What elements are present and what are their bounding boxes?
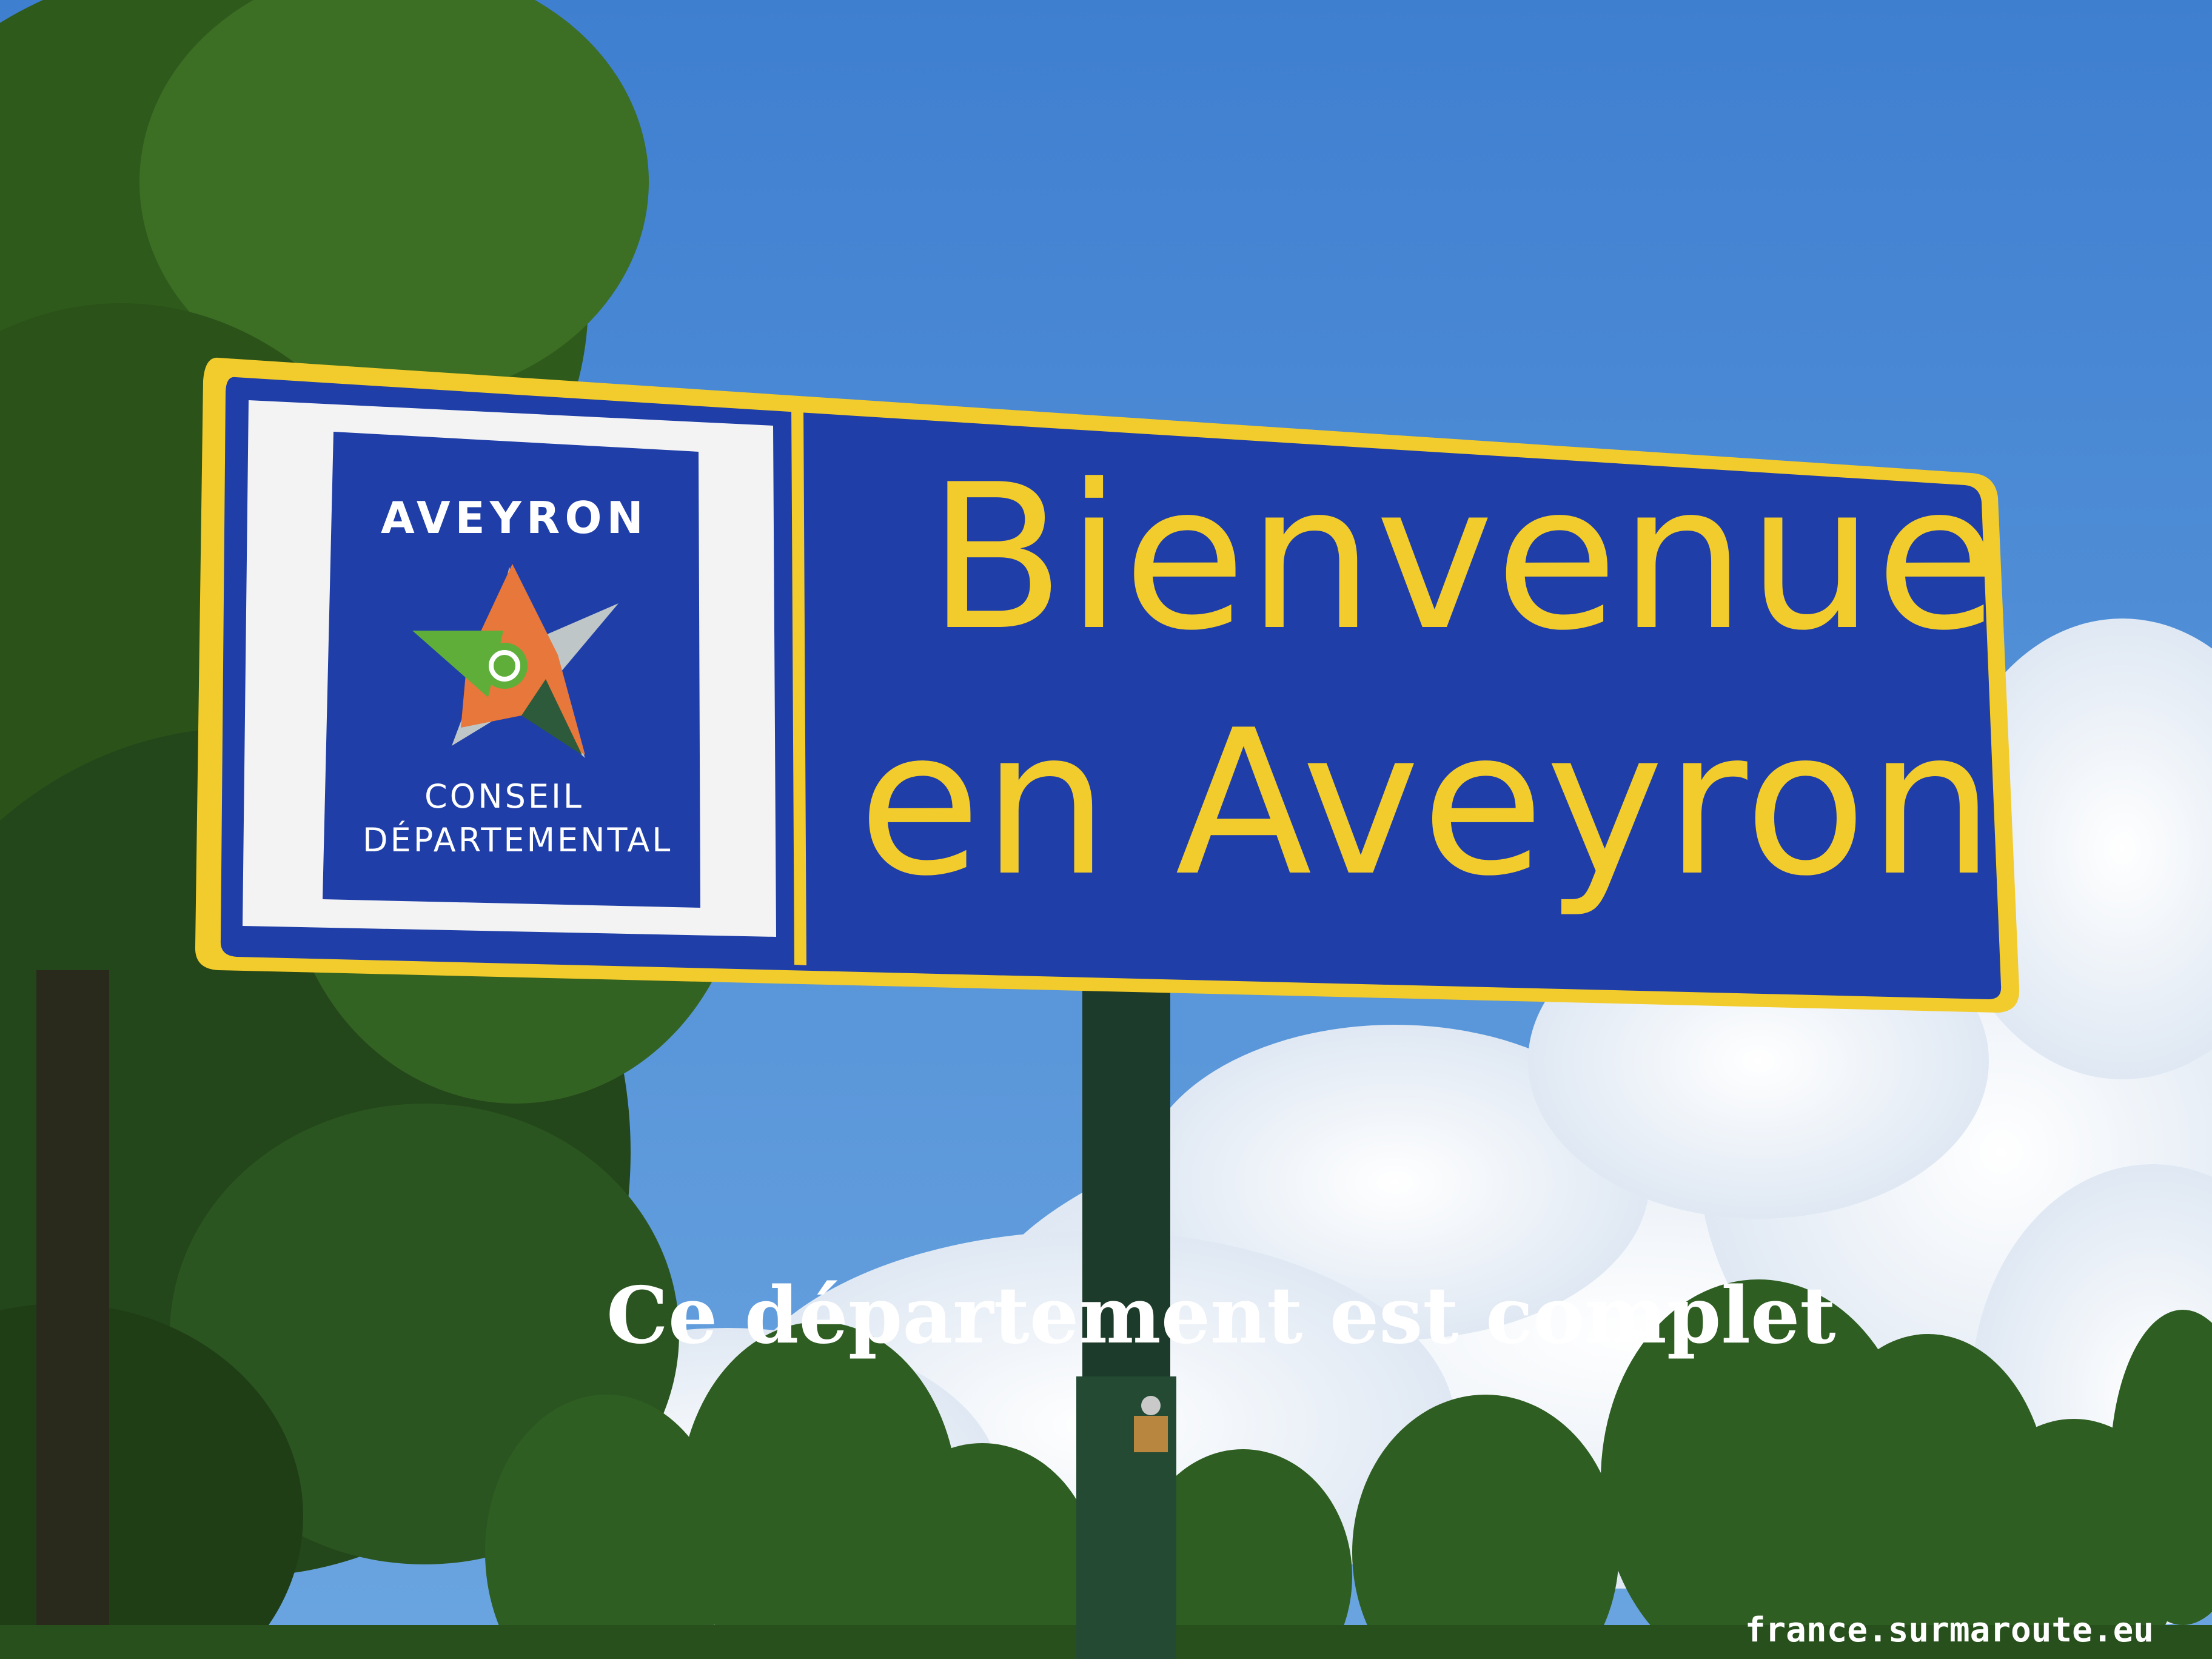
- photo-scene: AVEYRON CONSEIL DÉPARTEMENTAL Bienvenue …: [0, 0, 2212, 1659]
- logo-subtitle-line1: CONSEIL: [424, 777, 585, 816]
- logo-title: AVEYRON: [381, 492, 648, 543]
- pole-bolt: [1141, 1396, 1161, 1415]
- sign-headline-line1: Bienvenue: [928, 441, 2000, 674]
- overlay-caption: Ce département est complet: [606, 1270, 1836, 1361]
- pole-sticker: [1134, 1416, 1168, 1452]
- sign-headline-line2: en Aveyron: [858, 687, 1996, 920]
- logo-subtitle-line2: DÉPARTEMENTAL: [363, 821, 673, 859]
- watermark: france.surmaroute.eu: [1744, 1610, 2154, 1650]
